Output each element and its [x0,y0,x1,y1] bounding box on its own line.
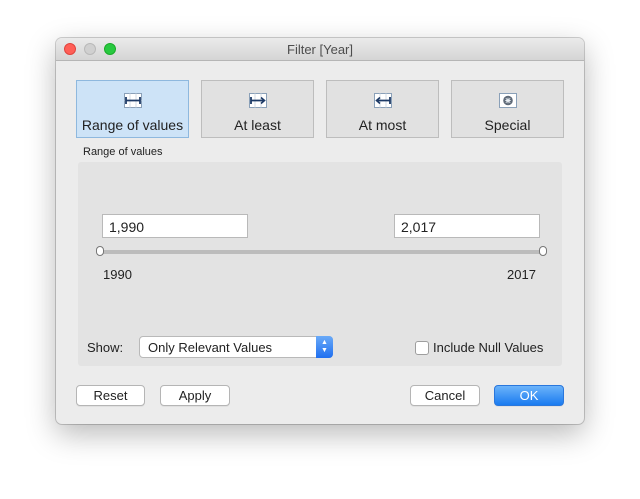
apply-button[interactable]: Apply [160,385,230,406]
cancel-button[interactable]: Cancel [410,385,480,406]
mode-at-most-button[interactable]: At most [326,80,439,138]
section-label: Range of values [83,146,163,158]
range-slider-max-handle[interactable] [539,246,547,256]
range-slider-track[interactable] [100,250,543,254]
range-min-label: 1990 [103,267,132,282]
reset-button[interactable]: Reset [76,385,145,406]
range-from-input[interactable]: 1,990 [102,214,248,238]
special-icon [499,93,517,108]
filter-dialog: Filter [Year] Range of values At least A… [56,38,584,424]
include-null-label[interactable]: Include Null Values [433,340,543,355]
window-title: Filter [Year] [287,42,353,57]
mode-label: At most [358,117,407,133]
ok-button[interactable]: OK [494,385,564,406]
show-label: Show: [87,340,124,355]
mode-at-least-button[interactable]: At least [201,80,314,138]
range-max-label: 2017 [507,267,536,282]
mode-special-button[interactable]: Special [451,80,564,138]
include-null-checkbox[interactable] [415,341,429,355]
range-to-input[interactable]: 2,017 [394,214,540,238]
mode-label: Range of values [81,117,184,133]
show-values-selected: Only Relevant Values [148,340,273,355]
chevron-up-down-icon: ▲ ▼ [316,336,333,358]
range-slider-min-handle[interactable] [96,246,104,256]
mode-label: Special [484,117,531,133]
range-icon [124,93,142,108]
show-values-select[interactable]: Only Relevant Values ▲ ▼ [139,336,333,358]
title-bar: Filter [Year] [56,38,584,61]
at-most-icon [374,93,392,108]
mode-range-of-values-button[interactable]: Range of values [76,80,189,138]
mode-label: At least [234,117,281,133]
at-least-icon [249,93,267,108]
